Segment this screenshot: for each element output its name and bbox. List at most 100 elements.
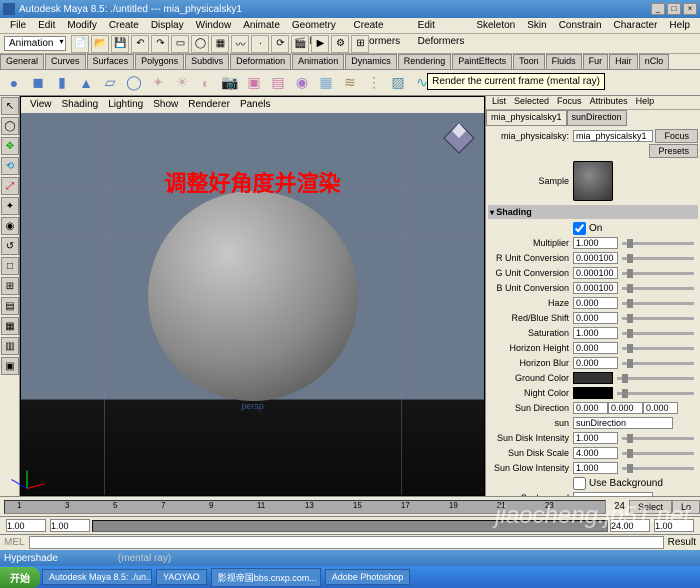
menu-geometry-cache[interactable]: Geometry Cache xyxy=(286,18,348,33)
shelf-tab-fluids[interactable]: Fluids xyxy=(546,54,582,69)
range-track[interactable] xyxy=(92,520,608,532)
shelf-tab-subdivs[interactable]: Subdivs xyxy=(185,54,229,69)
vp-menu-renderer[interactable]: Renderer xyxy=(183,97,235,113)
maximize-button[interactable]: □ xyxy=(667,3,681,15)
sun-glow-intensity-field[interactable] xyxy=(573,462,618,474)
menu-file[interactable]: File xyxy=(4,18,32,33)
sun-x-field[interactable] xyxy=(573,402,608,414)
shelf-tab-general[interactable]: General xyxy=(0,54,44,69)
snap-curve-icon[interactable]: 〰 xyxy=(231,35,249,53)
shelf-tab-surfaces[interactable]: Surfaces xyxy=(87,54,135,69)
shelf-camera-icon[interactable]: 📷 xyxy=(219,72,241,94)
shelf-texture-icon[interactable]: ▦ xyxy=(315,72,337,94)
single-view-icon[interactable]: □ xyxy=(1,257,19,275)
save-scene-icon[interactable]: 💾 xyxy=(111,35,129,53)
ae-tab-sun[interactable]: sunDirection xyxy=(567,110,627,126)
shelf-cone-icon[interactable]: ▲ xyxy=(75,72,97,94)
start-button[interactable]: 开始 xyxy=(0,567,40,588)
ground-color-slider[interactable] xyxy=(617,377,694,380)
b-unit-field[interactable] xyxy=(573,282,618,294)
shelf-tab-polygons[interactable]: Polygons xyxy=(135,54,184,69)
hypershade-layout-icon[interactable]: ▥ xyxy=(1,337,19,355)
undo-icon[interactable]: ↶ xyxy=(131,35,149,53)
current-frame-field[interactable] xyxy=(654,519,694,532)
focus-button[interactable]: Focus xyxy=(655,129,698,143)
menu-character[interactable]: Character xyxy=(608,18,664,33)
night-color-slider[interactable] xyxy=(617,392,694,395)
rotate-tool-icon[interactable]: ⟲ xyxy=(1,157,19,175)
vp-menu-panels[interactable]: Panels xyxy=(235,97,276,113)
view-compass-icon[interactable] xyxy=(442,121,476,155)
menu-create[interactable]: Create xyxy=(103,18,145,33)
shelf-tab-curves[interactable]: Curves xyxy=(45,54,86,69)
haze-slider[interactable] xyxy=(622,302,694,305)
shelf-tab-rendering[interactable]: Rendering xyxy=(398,54,452,69)
persp-outliner-icon[interactable]: ▤ xyxy=(1,297,19,315)
on-checkbox[interactable] xyxy=(573,222,586,235)
saturation-field[interactable] xyxy=(573,327,618,339)
shelf-tab-deformation[interactable]: Deformation xyxy=(230,54,291,69)
scale-tool-icon[interactable]: ⤢ xyxy=(1,177,19,195)
r-unit-slider[interactable] xyxy=(622,257,694,260)
shading-section-header[interactable]: Shading xyxy=(488,205,698,219)
close-button[interactable]: × xyxy=(683,3,697,15)
sun-z-field[interactable] xyxy=(643,402,678,414)
layout-icon[interactable]: ⊞ xyxy=(351,35,369,53)
shelf-cloth-icon[interactable]: ▨ xyxy=(387,72,409,94)
shelf-tab-fur[interactable]: Fur xyxy=(583,54,609,69)
custom-layout-icon[interactable]: ▣ xyxy=(1,357,19,375)
timeline-track[interactable]: 1 3 5 7 9 11 13 15 17 19 21 23 xyxy=(4,500,606,514)
select-icon[interactable]: ▭ xyxy=(171,35,189,53)
ae-menu-list[interactable]: List xyxy=(488,96,510,109)
redblue-field[interactable] xyxy=(573,312,618,324)
new-scene-icon[interactable]: 📄 xyxy=(71,35,89,53)
loop-button[interactable]: Lo xyxy=(672,500,700,514)
render-icon[interactable]: 🎬 xyxy=(291,35,309,53)
horizon-height-slider[interactable] xyxy=(622,347,694,350)
sun-connection-field[interactable] xyxy=(573,417,673,429)
shelf-render-icon[interactable]: ▣ xyxy=(243,72,265,94)
task-browser[interactable]: 影视帝国bbs.cnxp.com... xyxy=(211,568,321,587)
select-button[interactable]: Select xyxy=(629,500,672,514)
menu-create-deformers[interactable]: Create Deformers xyxy=(348,18,412,33)
sun-glow-slider[interactable] xyxy=(622,467,694,470)
shelf-light-icon[interactable]: ✦ xyxy=(147,72,169,94)
ae-menu-help[interactable]: Help xyxy=(632,96,659,109)
horizon-blur-field[interactable] xyxy=(573,357,618,369)
shelf-batch-icon[interactable]: ▤ xyxy=(267,72,289,94)
hypershade-titlebar[interactable]: Hypershade (mental ray) xyxy=(0,550,700,566)
shelf-tab-hair[interactable]: Hair xyxy=(609,54,638,69)
ae-tab-sky[interactable]: mia_physicalsky1 xyxy=(486,110,567,126)
shelf-cylinder-icon[interactable]: ▮ xyxy=(51,72,73,94)
background-field[interactable] xyxy=(573,492,653,496)
soft-mod-tool-icon[interactable]: ◉ xyxy=(1,217,19,235)
ground-color-swatch[interactable] xyxy=(573,372,613,384)
menu-animate[interactable]: Animate xyxy=(237,18,286,33)
shelf-tab-painteffects[interactable]: PaintEffects xyxy=(452,54,512,69)
shelf-tab-ncloth[interactable]: nClo xyxy=(639,54,670,69)
lasso-tool-icon[interactable]: ◯ xyxy=(1,117,19,135)
shelf-hair-icon[interactable]: ≋ xyxy=(339,72,361,94)
shelf-spotlight-icon[interactable]: ◐ xyxy=(195,72,217,94)
history-icon[interactable]: ⟳ xyxy=(271,35,289,53)
sun-y-field[interactable] xyxy=(608,402,643,414)
use-background-checkbox[interactable] xyxy=(573,477,586,490)
persp-graph-icon[interactable]: ▦ xyxy=(1,317,19,335)
four-view-icon[interactable]: ⊞ xyxy=(1,277,19,295)
multiplier-field[interactable] xyxy=(573,237,618,249)
shelf-sphere-icon[interactable]: ● xyxy=(3,72,25,94)
ae-menu-selected[interactable]: Selected xyxy=(510,96,553,109)
viewport-canvas[interactable]: 调整好角度并渲染 persp xyxy=(21,113,484,495)
vp-menu-shading[interactable]: Shading xyxy=(57,97,104,113)
g-unit-slider[interactable] xyxy=(622,272,694,275)
haze-field[interactable] xyxy=(573,297,618,309)
menu-edit[interactable]: Edit xyxy=(32,18,61,33)
shelf-cube-icon[interactable]: ◼ xyxy=(27,72,49,94)
menu-modify[interactable]: Modify xyxy=(61,18,102,33)
sun-disk-intensity-slider[interactable] xyxy=(622,437,694,440)
vp-menu-view[interactable]: View xyxy=(25,97,57,113)
node-name-field[interactable] xyxy=(573,130,653,142)
mel-input[interactable] xyxy=(29,536,664,549)
mode-dropdown[interactable]: Animation xyxy=(4,36,66,51)
shelf-hypershade-icon[interactable]: ◉ xyxy=(291,72,313,94)
